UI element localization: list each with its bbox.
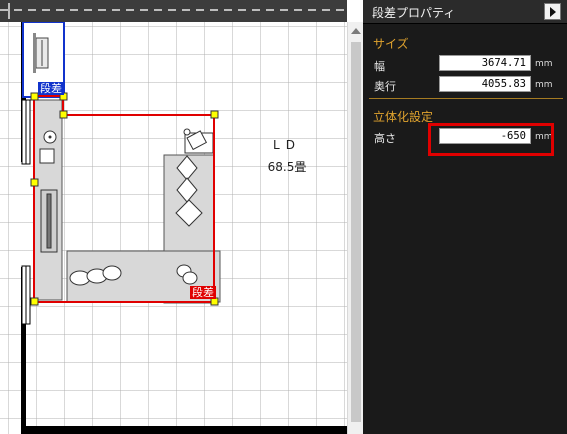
bottom-wall (21, 426, 347, 434)
handle-7[interactable] (210, 297, 219, 306)
room-area: 68.5畳 (267, 160, 307, 174)
round-fixture-dot (48, 135, 52, 139)
ruler-tick (8, 3, 10, 19)
ruler-dashes (0, 9, 347, 11)
top-ruler (0, 0, 347, 22)
depth-label: 奥行 (374, 80, 396, 93)
bottom-chair-2 (182, 271, 198, 285)
upper-strip-part (33, 33, 36, 73)
step-badge-bottom: 段差 (190, 286, 216, 299)
depth-field[interactable]: 4055.83 (439, 76, 531, 92)
floor-plan-canvas[interactable]: 段差 段差 LD 68.5畳 (0, 22, 347, 434)
handle-5[interactable] (30, 178, 39, 187)
handle-4[interactable] (210, 110, 219, 119)
panel-title: 段差プロパティ (372, 6, 456, 20)
tv-panel (46, 193, 52, 249)
width-field[interactable]: 3674.71 (439, 55, 531, 71)
section-divider (369, 98, 563, 99)
step-badge-top: 段差 (38, 82, 64, 95)
cabinet-knob (183, 128, 191, 136)
scroll-up-arrow-icon[interactable] (351, 28, 361, 34)
handle-1[interactable] (30, 92, 39, 101)
bottom-cushion-3 (102, 265, 122, 281)
height-label: 高さ (374, 132, 396, 145)
step-properties-panel: 段差プロパティ サイズ 幅 3674.71 mm 奥行 4055.83 mm 立… (363, 0, 567, 434)
handle-3[interactable] (59, 110, 68, 119)
width-unit: mm (535, 59, 553, 69)
panel-header: 段差プロパティ (363, 0, 567, 24)
panel-toggle-arrow-icon[interactable] (544, 3, 561, 20)
width-label: 幅 (374, 60, 385, 73)
height-highlight-box (428, 123, 554, 156)
vertical-scrollbar[interactable] (347, 22, 363, 434)
solid-section-title: 立体化設定 (373, 110, 434, 124)
handle-6[interactable] (30, 297, 39, 306)
size-section-title: サイズ (373, 37, 409, 51)
depth-unit: mm (535, 80, 553, 90)
scroll-thumb[interactable] (351, 42, 361, 422)
chair-left (39, 148, 55, 164)
room-name: LD (273, 138, 301, 152)
